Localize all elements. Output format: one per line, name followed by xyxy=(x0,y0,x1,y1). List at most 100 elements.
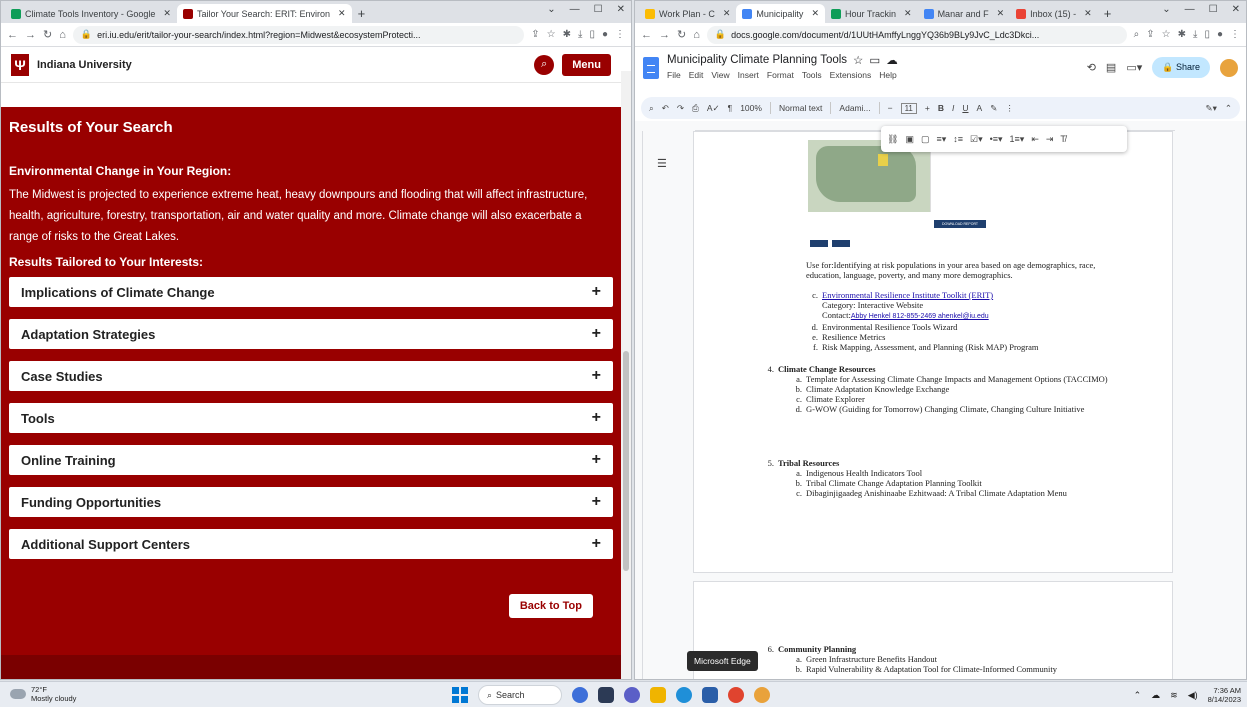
taskbar-search[interactable]: ⌕ Search xyxy=(478,685,562,705)
increase-font-icon[interactable]: + xyxy=(925,103,930,113)
scrollbar-thumb[interactable] xyxy=(623,351,629,571)
edge-icon[interactable] xyxy=(676,687,692,703)
text-color-icon[interactable]: A xyxy=(977,103,983,113)
share-icon[interactable]: ⇪ xyxy=(1146,29,1154,40)
doc-page-2[interactable]: 6. Community Planning a. Green Infrastruct… xyxy=(693,581,1173,679)
chrome-icon[interactable] xyxy=(728,687,744,703)
url-field[interactable]: 🔒 eri.iu.edu/erit/tailor-your-search/ind… xyxy=(72,25,525,44)
menu-file[interactable]: File xyxy=(667,70,681,80)
numbered-list-icon[interactable]: 1≡▾ xyxy=(1010,134,1025,145)
home-icon[interactable]: ⌂ xyxy=(693,29,700,41)
teams-icon[interactable] xyxy=(624,687,640,703)
italic-icon[interactable]: I xyxy=(952,103,954,113)
menu-button[interactable]: Menu xyxy=(562,53,611,76)
menu-view[interactable]: View xyxy=(711,70,729,80)
line-spacing-icon[interactable]: ↕≡ xyxy=(953,134,963,144)
accordion-additional-support-centers[interactable]: Additional Support Centers + xyxy=(9,529,613,559)
editing-mode-icon[interactable]: ✎▾ xyxy=(1205,103,1216,114)
site-name[interactable]: Indiana University xyxy=(37,59,526,71)
spellcheck-icon[interactable]: A✓ xyxy=(707,103,720,114)
close-icon[interactable]: ✕ xyxy=(1084,8,1092,19)
sidebar-icon[interactable]: ▯ xyxy=(589,29,595,40)
maximize-icon[interactable]: ☐ xyxy=(594,4,603,15)
copilot-icon[interactable] xyxy=(572,687,588,703)
font-size-input[interactable]: 11 xyxy=(900,102,917,114)
tab-manar[interactable]: Manar and F ✕ xyxy=(918,4,1011,23)
chrome-profile-icon[interactable] xyxy=(754,687,770,703)
close-icon[interactable]: ✕ xyxy=(997,8,1005,19)
avatar[interactable] xyxy=(1220,58,1238,77)
tab-municipality[interactable]: Municipality ✕ xyxy=(736,4,825,23)
download-icon[interactable]: ⤓ xyxy=(578,29,582,40)
decrease-font-icon[interactable]: − xyxy=(888,103,893,113)
close-window-icon[interactable]: ✕ xyxy=(1232,4,1240,15)
menu-extensions[interactable]: Extensions xyxy=(830,70,872,80)
bulleted-list-icon[interactable]: •≡▾ xyxy=(990,134,1003,145)
reload-icon[interactable]: ↻ xyxy=(677,28,686,41)
back-to-top-button[interactable]: Back to Top xyxy=(508,594,593,618)
accordion-adaptation-strategies[interactable]: Adaptation Strategies + xyxy=(9,319,613,349)
bookmark-star-icon[interactable]: ☆ xyxy=(1162,29,1171,40)
chevron-up-icon[interactable]: ⌃ xyxy=(1134,690,1142,701)
maximize-icon[interactable]: ☐ xyxy=(1209,4,1218,15)
history-icon[interactable]: ⟲ xyxy=(1087,61,1096,74)
style-select[interactable]: Normal text xyxy=(779,103,822,113)
underline-icon[interactable]: U xyxy=(962,103,968,113)
minimize-icon[interactable]: — xyxy=(570,4,580,15)
close-icon[interactable]: ✕ xyxy=(723,8,731,19)
share-icon[interactable]: ⇪ xyxy=(531,29,539,40)
back-arrow-icon[interactable]: ← xyxy=(7,29,18,41)
tab-search-icon[interactable]: ⌄ xyxy=(547,4,555,15)
profile-icon[interactable]: ● xyxy=(602,29,608,40)
menu-insert[interactable]: Insert xyxy=(738,70,759,80)
task-view-icon[interactable] xyxy=(598,687,614,703)
tab-tailor-your-search[interactable]: Tailor Your Search: ERIT: Environ ✕ xyxy=(176,4,352,23)
bold-icon[interactable]: B xyxy=(938,103,944,113)
doc-page-1[interactable]: DOWNLOAD REPORT Use for:Identifying at r… xyxy=(693,131,1173,573)
forward-arrow-icon[interactable]: → xyxy=(25,29,36,41)
docs-logo-icon[interactable] xyxy=(643,57,659,79)
reload-icon[interactable]: ↻ xyxy=(43,28,52,41)
back-arrow-icon[interactable]: ← xyxy=(641,29,652,41)
profile-icon[interactable]: ● xyxy=(1217,29,1223,40)
font-select[interactable]: Adami... xyxy=(839,103,870,113)
close-icon[interactable]: ✕ xyxy=(811,8,819,19)
contact-link[interactable]: Abby Henkel 812-855-2469 ahenkel@iu.edu xyxy=(851,313,989,320)
new-tab-button[interactable]: + xyxy=(352,4,372,23)
erit-link[interactable]: Environmental Resilience Institute Toolk… xyxy=(822,290,993,300)
tab-hour-tracking[interactable]: Hour Trackin ✕ xyxy=(825,4,918,23)
store-icon[interactable] xyxy=(702,687,718,703)
accordion-funding-opportunities[interactable]: Funding Opportunities + xyxy=(9,487,613,517)
file-explorer-icon[interactable] xyxy=(650,687,666,703)
meet-icon[interactable]: ▭▾ xyxy=(1126,61,1142,74)
forward-arrow-icon[interactable]: → xyxy=(659,29,670,41)
move-folder-icon[interactable]: ▭ xyxy=(869,53,880,67)
close-icon[interactable]: ✕ xyxy=(338,8,346,19)
page-scrollbar[interactable] xyxy=(621,71,631,679)
wifi-icon[interactable]: ≋ xyxy=(1170,690,1178,701)
highlight-icon[interactable]: ✎ xyxy=(990,103,997,114)
redo-icon[interactable]: ↷ xyxy=(677,103,684,114)
minimize-icon[interactable]: — xyxy=(1185,4,1195,15)
vertical-ruler[interactable] xyxy=(635,131,643,679)
clear-formatting-icon[interactable]: T̸ xyxy=(1060,134,1066,144)
accordion-case-studies[interactable]: Case Studies + xyxy=(9,361,613,391)
print-icon[interactable]: ⎙ xyxy=(692,103,699,114)
close-icon[interactable]: ✕ xyxy=(163,8,171,19)
share-button[interactable]: 🔒 Share xyxy=(1152,57,1210,78)
start-windows-icon[interactable] xyxy=(452,687,468,703)
insert-comment-icon[interactable]: ▢ xyxy=(921,134,930,145)
new-tab-button[interactable]: + xyxy=(1098,4,1118,23)
iu-trident-logo-icon[interactable]: Ψ xyxy=(11,53,29,76)
checklist-icon[interactable]: ☑▾ xyxy=(970,134,983,145)
accordion-implications[interactable]: Implications of Climate Change + xyxy=(9,277,613,307)
collapse-toolbar-icon[interactable]: ⌃ xyxy=(1225,103,1232,114)
site-search-icon[interactable]: ⌕ xyxy=(534,54,555,75)
sidebar-icon[interactable]: ▯ xyxy=(1204,29,1210,40)
more-menu-icon[interactable]: ⋮ xyxy=(615,29,625,40)
menu-help[interactable]: Help xyxy=(879,70,896,80)
tab-search-icon[interactable]: ⌄ xyxy=(1162,4,1170,15)
star-icon[interactable]: ☆ xyxy=(853,53,863,67)
link-icon[interactable]: ⛓ xyxy=(887,134,898,145)
more-menu-icon[interactable]: ⋮ xyxy=(1230,29,1240,40)
